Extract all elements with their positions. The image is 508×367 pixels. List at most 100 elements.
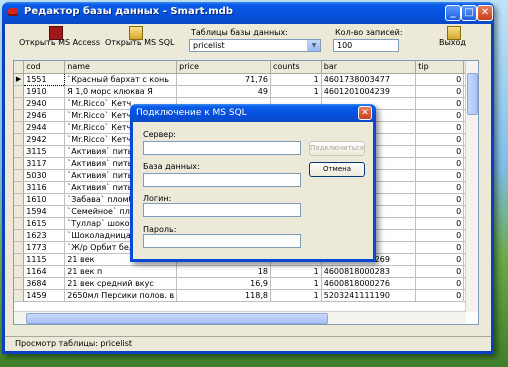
close-button[interactable]: ✕: [477, 5, 493, 21]
table-cell[interactable]: 0: [415, 181, 465, 194]
row-indicator[interactable]: [14, 133, 25, 146]
table-cell[interactable]: 0: [415, 145, 465, 158]
table-cell[interactable]: 0: [415, 277, 465, 290]
row-indicator[interactable]: [14, 277, 25, 290]
password-input[interactable]: [143, 234, 301, 248]
table-cell[interactable]: 0: [415, 109, 465, 122]
minimize-button[interactable]: _: [445, 5, 461, 21]
table-cell[interactable]: 0: [415, 133, 465, 146]
table-cell[interactable]: 1910: [23, 85, 66, 98]
table-cell[interactable]: 1: [270, 289, 322, 302]
tables-select[interactable]: pricelist ▼: [189, 39, 321, 52]
column-header[interactable]: tip: [415, 61, 465, 74]
table-cell[interactable]: 3115: [23, 145, 66, 158]
table-cell[interactable]: 0: [415, 85, 465, 98]
row-indicator[interactable]: [14, 229, 25, 242]
table-cell[interactable]: 2650мл Персики полов. в: [64, 289, 178, 302]
table-cell[interactable]: 3116: [23, 181, 66, 194]
column-header[interactable]: name: [64, 61, 178, 74]
table-cell[interactable]: 0: [415, 97, 465, 110]
table-cell[interactable]: 1594: [23, 205, 66, 218]
login-input[interactable]: [143, 203, 301, 217]
table-cell[interactable]: 0: [415, 205, 465, 218]
row-indicator[interactable]: [14, 121, 25, 134]
row-indicator[interactable]: [14, 169, 25, 182]
cancel-button[interactable]: Отмена: [309, 162, 365, 177]
row-indicator[interactable]: [14, 265, 25, 278]
column-header[interactable]: bar: [321, 61, 417, 74]
table-cell[interactable]: 5030: [23, 169, 66, 182]
table-cell[interactable]: 0: [415, 265, 465, 278]
table-cell[interactable]: 1: [270, 265, 322, 278]
current-row-indicator-icon[interactable]: ▶: [14, 73, 25, 86]
row-indicator[interactable]: [14, 109, 25, 122]
exit-button[interactable]: Выход: [433, 24, 473, 54]
dialog-title-bar[interactable]: Подключение к MS SQL ✕: [130, 104, 376, 122]
table-cell[interactable]: 2940: [23, 97, 66, 110]
column-header[interactable]: counts: [270, 61, 322, 74]
table-cell[interactable]: 1615: [23, 217, 66, 230]
table-row[interactable]: 3684 21 век средний вкус 16,9 1 460081800027…: [14, 277, 478, 290]
row-indicator[interactable]: [14, 217, 25, 230]
vertical-scrollbar[interactable]: [465, 61, 478, 312]
table-cell[interactable]: 16,9: [176, 277, 271, 290]
table-cell[interactable]: 2946: [23, 109, 66, 122]
table-cell[interactable]: 18: [176, 265, 271, 278]
table-cell[interactable]: 49: [176, 85, 271, 98]
row-indicator[interactable]: [14, 145, 25, 158]
table-cell[interactable]: Я 1,0 морс клюква Я: [64, 85, 178, 98]
server-input[interactable]: [143, 141, 301, 155]
table-cell[interactable]: `Красный бархат с конь: [64, 73, 178, 86]
row-indicator[interactable]: [14, 85, 25, 98]
table-cell[interactable]: 3117: [23, 157, 66, 170]
table-cell[interactable]: 21 век средний вкус: [64, 277, 178, 290]
row-indicator[interactable]: [14, 193, 25, 206]
count-input[interactable]: 100: [333, 39, 399, 52]
maximize-button[interactable]: □: [461, 5, 477, 21]
table-cell[interactable]: 4600818000283: [321, 265, 417, 278]
table-cell[interactable]: 71,76: [176, 73, 271, 86]
table-row[interactable]: ▶ 1551 `Красный бархат с конь 71,76 1 4601738…: [14, 72, 478, 86]
table-cell[interactable]: 5203241111190: [321, 289, 417, 302]
table-cell[interactable]: 1610: [23, 193, 66, 206]
title-bar[interactable]: Редактор базы данных - Smart.mdb _ □ ✕: [2, 2, 494, 24]
table-cell[interactable]: 0: [415, 193, 465, 206]
row-indicator[interactable]: [14, 205, 25, 218]
horizontal-scrollbar[interactable]: [14, 311, 466, 324]
column-header[interactable]: price: [176, 61, 271, 74]
table-cell[interactable]: 4600818000276: [321, 277, 417, 290]
table-cell[interactable]: 0: [415, 289, 465, 302]
table-cell[interactable]: 1: [270, 73, 322, 86]
table-cell[interactable]: 1773: [23, 241, 66, 254]
table-cell[interactable]: 0: [415, 241, 465, 254]
table-cell[interactable]: 2944: [23, 121, 66, 134]
row-indicator[interactable]: [14, 97, 25, 110]
table-cell[interactable]: 0: [415, 121, 465, 134]
table-cell[interactable]: 1: [270, 277, 322, 290]
chevron-down-icon[interactable]: ▼: [307, 40, 320, 51]
table-cell[interactable]: 0: [415, 229, 465, 242]
row-indicator[interactable]: [14, 253, 25, 266]
table-cell[interactable]: 1623: [23, 229, 66, 242]
table-cell[interactable]: 2942: [23, 133, 66, 146]
table-cell[interactable]: 0: [415, 217, 465, 230]
scroll-thumb[interactable]: [26, 313, 328, 324]
table-cell[interactable]: 118,8: [176, 289, 271, 302]
row-indicator[interactable]: [14, 241, 25, 254]
table-row[interactable]: 1910 Я 1,0 морс клюква Я 49 1 4601201004239 0: [14, 85, 478, 98]
close-icon[interactable]: ✕: [358, 106, 372, 120]
table-cell[interactable]: 0: [415, 169, 465, 182]
table-row[interactable]: 1164 21 век п 18 1 4600818000283 0: [14, 265, 478, 278]
database-input[interactable]: [143, 173, 301, 187]
table-cell[interactable]: 1551: [23, 72, 66, 86]
column-header[interactable]: cod: [23, 61, 66, 74]
table-cell[interactable]: 4601738003477: [321, 73, 417, 86]
table-cell[interactable]: 0: [415, 253, 465, 266]
table-cell[interactable]: 1459: [23, 289, 66, 302]
open-sql-button[interactable]: Открыть MS SQL: [99, 24, 174, 54]
table-cell[interactable]: 3684: [23, 277, 66, 290]
table-cell[interactable]: 1115: [23, 253, 66, 266]
table-row[interactable]: 1459 2650мл Персики полов. в 118,8 1 5203241…: [14, 289, 478, 302]
row-indicator[interactable]: [14, 181, 25, 194]
table-cell[interactable]: 4601201004239: [321, 85, 417, 98]
